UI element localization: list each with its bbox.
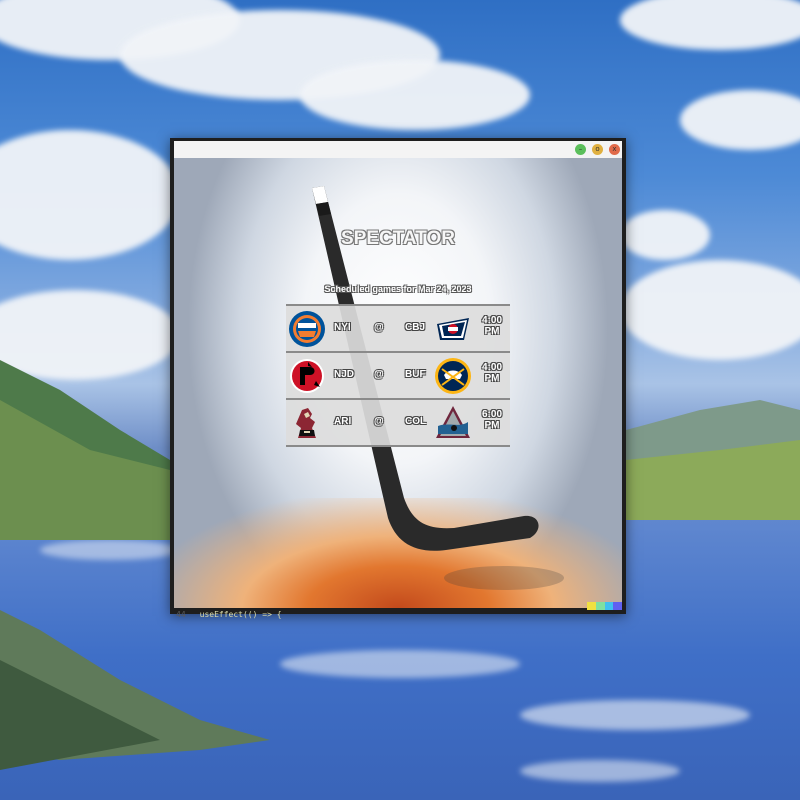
game-row[interactable]: NJD @ BUF 4:00 PM (286, 351, 510, 398)
home-team-abbr: COL (405, 416, 427, 427)
app-window: – o x SPECTATOR Scheduled games for Mar … (170, 138, 626, 614)
sabres-logo (435, 358, 471, 394)
maximize-icon[interactable]: o (592, 144, 603, 155)
at-separator: @ (374, 322, 384, 333)
devils-logo (290, 359, 324, 393)
game-time: 4:00 PM (478, 362, 506, 384)
at-separator: @ (374, 416, 384, 427)
app-title: SPECTATOR (340, 228, 455, 249)
color-swatch-bar (587, 602, 622, 610)
at-separator: @ (374, 369, 384, 380)
game-time-period: PM (484, 420, 500, 431)
game-time-clock: 4:00 (481, 315, 502, 326)
minimize-icon[interactable]: – (575, 144, 586, 155)
code-line-text: useEffect(() => { (199, 610, 282, 619)
game-time-period: PM (484, 326, 500, 337)
foreground-rock (0, 610, 270, 770)
game-time-clock: 4:00 (481, 362, 502, 373)
game-row[interactable]: NYI @ CBJ 4:00 PM (286, 304, 510, 351)
home-team-abbr: BUF (405, 369, 426, 380)
window-titlebar[interactable]: – o x (174, 141, 622, 158)
close-icon[interactable]: x (609, 144, 620, 155)
schedule-date-heading: Scheduled games for Mar 24, 2023 (324, 284, 472, 294)
away-team-abbr: NYI (334, 322, 351, 333)
home-team-abbr: CBJ (405, 322, 426, 333)
game-time: 6:00 PM (478, 409, 506, 431)
spectator-app: SPECTATOR Scheduled games for Mar 24, 20… (174, 158, 622, 608)
games-list: NYI @ CBJ 4:00 PM NJD @ BUF 4:00 PM ARI … (286, 304, 510, 447)
islanders-logo (289, 311, 325, 347)
game-time-clock: 6:00 (481, 409, 502, 420)
away-team-abbr: ARI (334, 416, 352, 427)
game-time-period: PM (484, 373, 500, 384)
away-team-abbr: NJD (334, 369, 355, 380)
game-time: 4:00 PM (478, 315, 506, 337)
game-row[interactable]: ARI @ COL 6:00 PM (286, 398, 510, 447)
background-code-line: 44 useEffect(() => { (176, 610, 282, 619)
code-line-number: 44 (176, 610, 186, 619)
avalanche-logo (436, 406, 470, 438)
blue-jackets-logo (437, 318, 469, 340)
coyotes-logo (296, 408, 316, 438)
